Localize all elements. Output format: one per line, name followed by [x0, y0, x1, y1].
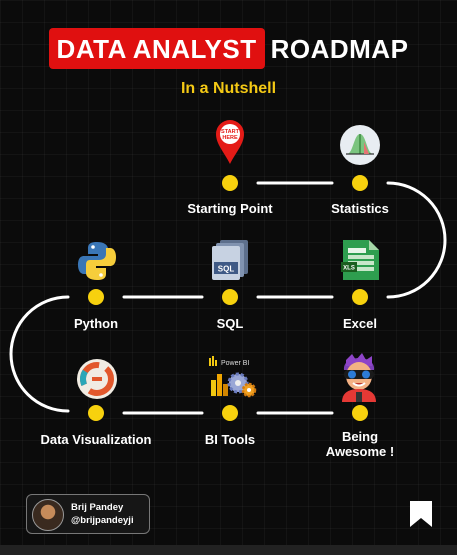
author-badge[interactable]: Brij Pandey @brijpandeyji [26, 494, 150, 534]
step-label-sql: SQL [216, 316, 244, 331]
python-logo-icon [76, 240, 118, 287]
avatar [32, 499, 64, 531]
step-label-excel: Excel [343, 316, 377, 331]
step-dot-sql [222, 289, 238, 305]
bookmark-icon[interactable] [409, 500, 433, 533]
step-label-being-awesome: Being Awesome ! [325, 429, 395, 459]
step-label-statistics: Statistics [331, 201, 389, 216]
step-label-bi-tools: BI Tools [204, 432, 256, 447]
data-visualization-icon [76, 358, 118, 405]
step-dot-statistics [352, 175, 368, 191]
step-dot-starting-point [222, 175, 238, 191]
powerbi-text: Power BI [221, 360, 249, 367]
step-dot-data-visualization [88, 405, 104, 421]
step-dot-bi-tools [222, 405, 238, 421]
step-dot-excel [352, 289, 368, 305]
author-handle[interactable]: @brijpandeyji [71, 515, 134, 526]
step-dot-being-awesome [352, 405, 368, 421]
excel-icon-text: XLS [343, 266, 355, 272]
power-bi-icon: Power BI [207, 354, 259, 407]
avatar-character-icon [334, 348, 384, 407]
pin-text-line2: HERE [222, 135, 238, 141]
excel-file-icon: XLS [339, 238, 381, 287]
bottom-strip [0, 545, 457, 555]
start-pin-icon: START HERE [214, 118, 246, 171]
step-label-data-visualization: Data Visualization [40, 432, 152, 447]
step-label-starting-point: Starting Point [187, 201, 273, 216]
author-name: Brij Pandey [71, 502, 124, 513]
step-label-python: Python [73, 316, 119, 331]
statistics-chart-icon [339, 124, 381, 171]
sql-icon-text: SQL [218, 265, 235, 274]
step-dot-python [88, 289, 104, 305]
sql-file-icon: SQL [210, 238, 250, 287]
track-curve-left [9, 295, 70, 413]
